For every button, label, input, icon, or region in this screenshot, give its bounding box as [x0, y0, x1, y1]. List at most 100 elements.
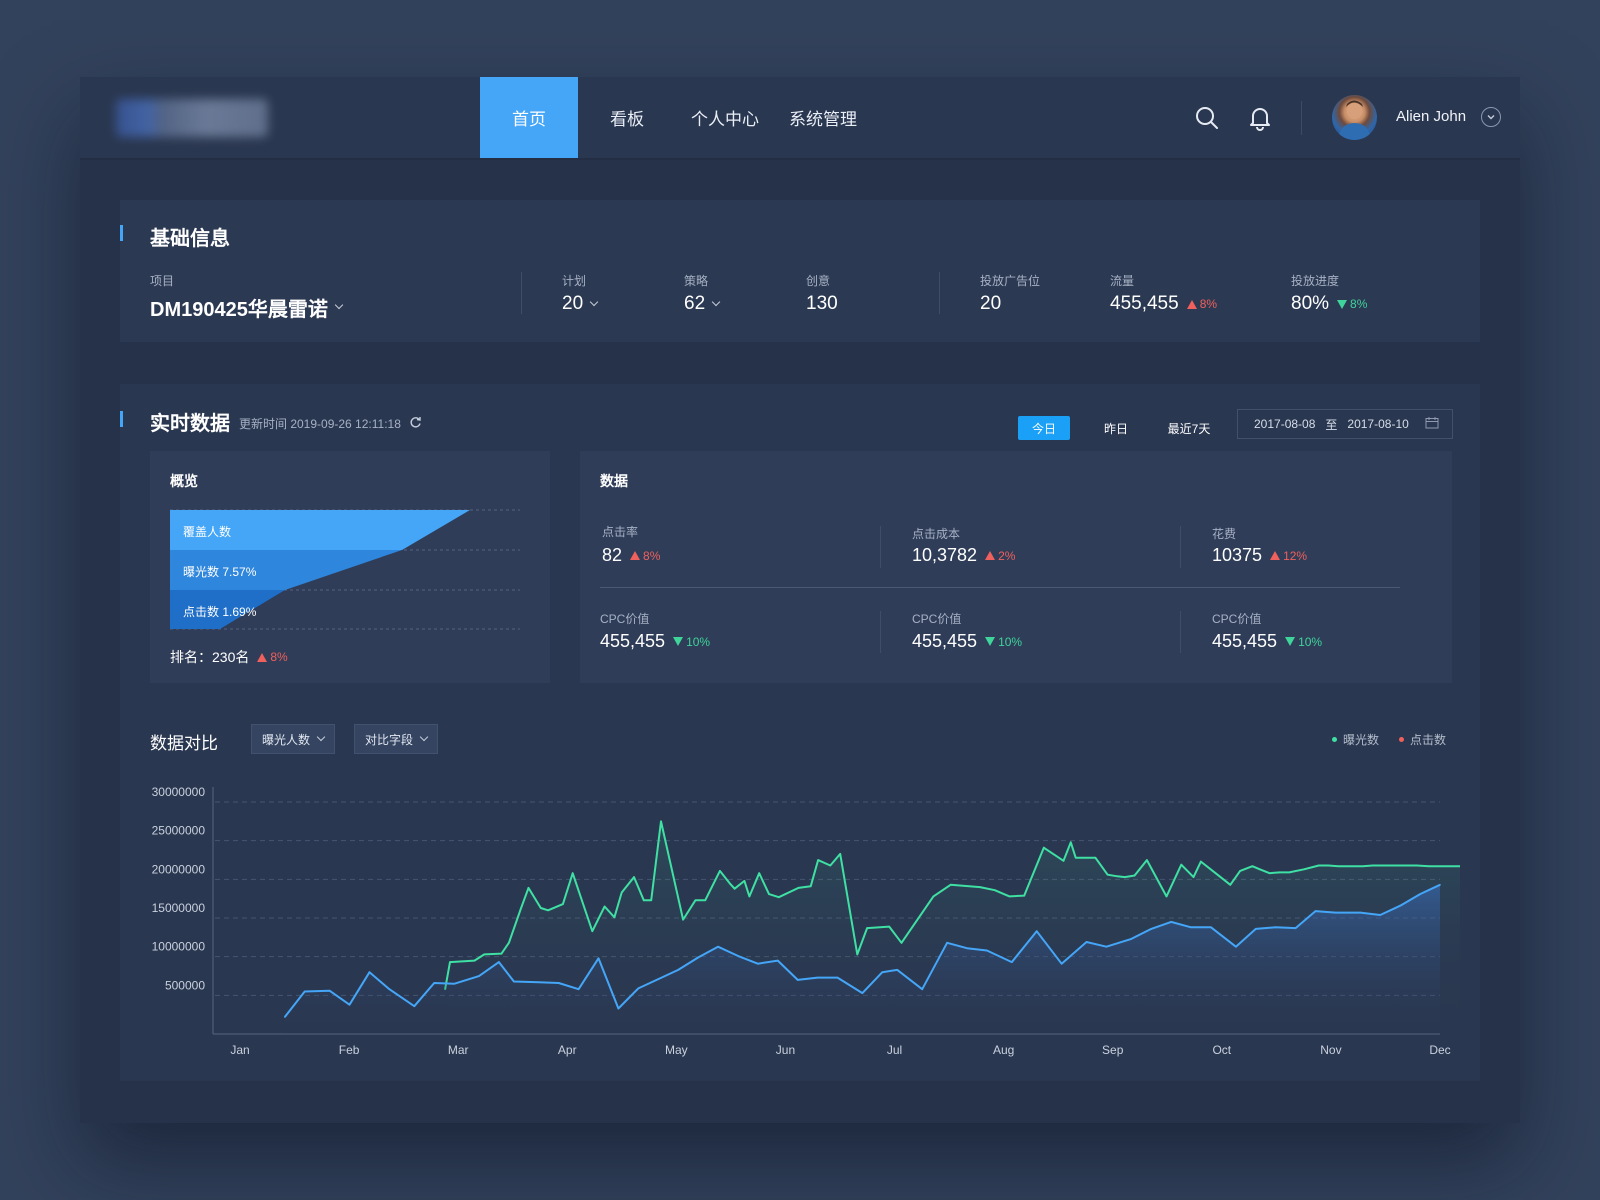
y-tick-label: 10000000	[152, 940, 206, 954]
data-point	[1317, 864, 1320, 867]
legend-label: 点击数	[1410, 733, 1447, 747]
legend-item[interactable]: 点击数	[1399, 731, 1446, 748]
data-point	[1347, 865, 1349, 867]
plan-value: 20	[562, 293, 584, 314]
data-point	[513, 980, 515, 983]
data-point	[1294, 927, 1297, 929]
nav-system-admin[interactable]: 系统管理	[774, 77, 872, 158]
arrow-down-icon	[673, 637, 684, 646]
metric-value: 455,455 10%	[912, 631, 1022, 652]
metric-select[interactable]: 曝光人数	[251, 724, 336, 754]
traffic-label: 流量	[1110, 274, 1135, 288]
legend-item[interactable]: 曝光数	[1332, 731, 1379, 748]
data-point	[643, 899, 645, 902]
adslot-value: 20	[980, 293, 1002, 314]
refresh-icon[interactable]	[409, 416, 422, 432]
metric-change: 10%	[686, 634, 711, 649]
data-point	[1259, 868, 1261, 871]
data-point	[348, 1003, 351, 1006]
data-point	[1130, 938, 1133, 940]
progress-stat: 80% 8%	[1291, 293, 1367, 315]
strategy-select[interactable]: 62	[684, 293, 721, 315]
data-point	[1085, 941, 1088, 943]
data-point	[797, 887, 800, 889]
creative-label: 创意	[806, 274, 831, 288]
section-title: 实时数据	[150, 413, 230, 435]
search-icon[interactable]	[1194, 105, 1220, 131]
x-tick-label: Aug	[993, 1043, 1014, 1057]
data-point	[896, 969, 899, 971]
data-point	[1116, 875, 1119, 878]
data-point	[836, 976, 839, 979]
date-range-picker[interactable]: 2017-08-08 至 2017-08-10	[1237, 409, 1453, 439]
data-point	[1074, 856, 1077, 859]
data-point	[449, 961, 451, 963]
realtime-panel: 实时数据 更新时间 2019-09-26 12:11:18 今日 昨日 最近7天…	[120, 384, 1480, 1081]
data-point	[728, 882, 731, 885]
data-point	[1235, 945, 1237, 948]
metric-change: 10%	[1298, 634, 1323, 649]
arrow-up-icon	[985, 551, 996, 560]
metric-change: 10%	[998, 634, 1023, 649]
data-point	[1062, 860, 1065, 862]
chevron-down-icon	[711, 297, 721, 306]
project-select[interactable]: DM190425华晨雷诺	[150, 293, 344, 322]
plan-select[interactable]: 20	[562, 293, 599, 315]
avatar[interactable]	[1332, 95, 1377, 140]
change-badge: 10%	[673, 635, 710, 649]
data-point	[538, 981, 540, 983]
nav-home[interactable]: 首页	[480, 77, 578, 158]
data-point	[633, 876, 635, 878]
tab-today[interactable]: 今日	[1018, 416, 1070, 440]
data-point	[1070, 841, 1072, 844]
overview-card: 概览 覆盖人数 曝光数 7.57% 点击数 1.69% 排名：230名 8%	[150, 451, 550, 683]
data-point	[1386, 864, 1389, 867]
user-name[interactable]: Alien John	[1396, 108, 1466, 125]
arrow-up-icon	[257, 652, 268, 662]
nav-personal-center[interactable]: 个人中心	[676, 77, 774, 158]
data-point	[650, 899, 652, 902]
data-point	[520, 907, 522, 909]
data-point	[1023, 894, 1025, 897]
project-label: 项目	[150, 274, 175, 288]
data-point	[1214, 872, 1217, 874]
bell-icon[interactable]	[1247, 105, 1273, 131]
data-point	[453, 983, 455, 985]
calendar-icon	[1425, 416, 1439, 432]
compare-field-select[interactable]: 对比字段	[354, 724, 439, 754]
tab-yesterday[interactable]: 昨日	[1088, 416, 1144, 440]
creative-value: 130	[806, 293, 838, 314]
date-to: 2017-08-10	[1347, 417, 1409, 431]
data-point	[682, 918, 684, 921]
x-tick-label: Jun	[776, 1043, 795, 1057]
data-point	[500, 952, 503, 955]
brand-logo[interactable]	[116, 99, 268, 137]
chevron-down-icon	[419, 732, 429, 741]
data-point	[657, 978, 660, 980]
nav-dashboard[interactable]: 看板	[578, 77, 676, 158]
data-point	[1124, 876, 1126, 878]
data-point	[1150, 928, 1152, 930]
data-point	[1274, 926, 1277, 929]
traffic-value: 455,455	[1110, 293, 1179, 314]
data-point	[979, 886, 981, 888]
data-point	[1210, 926, 1212, 929]
x-tick-label: Apr	[558, 1043, 577, 1057]
update-time: 更新时间 2019-09-26 12:11:18	[239, 415, 422, 432]
funnel-label: 点击数 1.69%	[183, 605, 257, 619]
data-point	[1401, 864, 1403, 867]
data-point	[1443, 865, 1445, 867]
metric-change: 8%	[643, 548, 661, 563]
data-point	[1416, 864, 1418, 867]
date-sep: 至	[1325, 417, 1338, 432]
arrow-up-icon	[1270, 551, 1281, 560]
change-badge: 8%	[257, 650, 288, 664]
data-point	[1239, 870, 1241, 872]
data-point	[1359, 911, 1362, 914]
data-point	[1419, 893, 1421, 895]
user-menu-chevron-icon[interactable]	[1481, 107, 1501, 127]
tab-last7days[interactable]: 最近7天	[1154, 416, 1224, 440]
data-point	[1106, 873, 1109, 876]
data-point	[697, 956, 699, 959]
data-point	[921, 988, 923, 990]
